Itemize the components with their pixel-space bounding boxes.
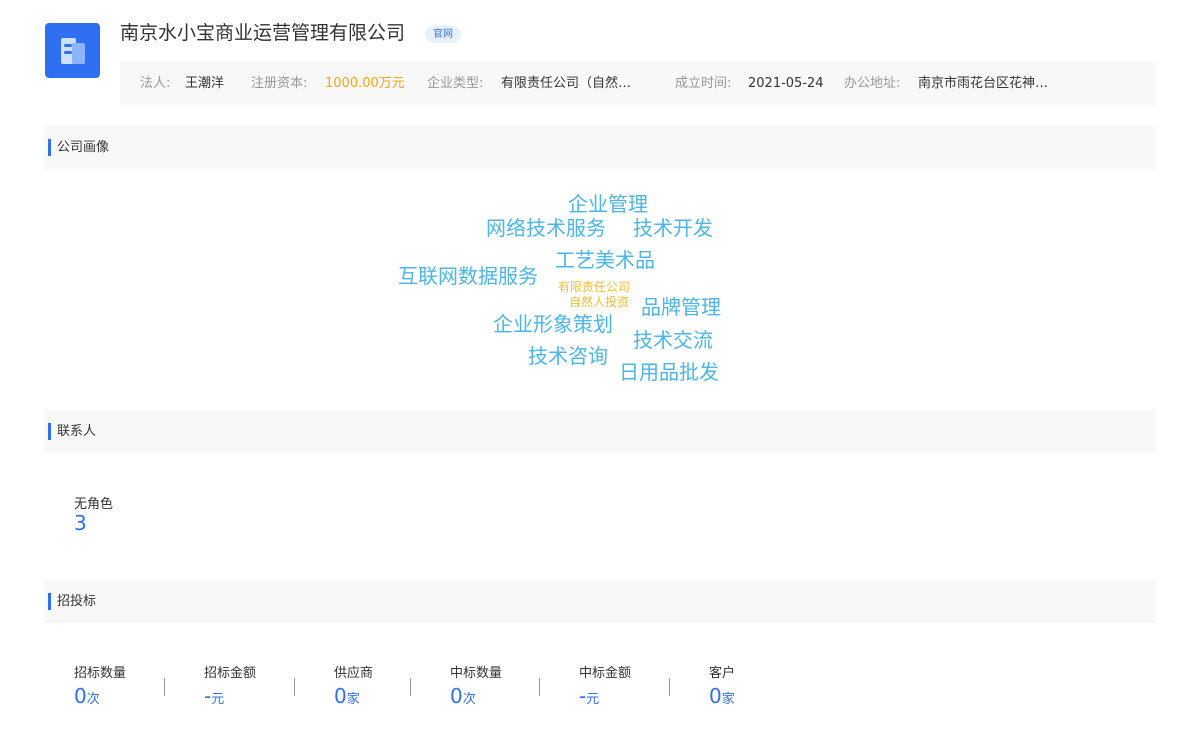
stat-label: 供应商: [334, 666, 374, 681]
section-accent-bar: [48, 139, 51, 156]
stat-unit: 次: [462, 692, 476, 707]
stat-unit: 家: [721, 692, 735, 707]
stat-label: 中标数量: [450, 666, 503, 681]
company-logo: [45, 23, 100, 78]
stat-label: 中标金额: [579, 666, 632, 681]
section-title: 招投标: [57, 594, 97, 609]
building-icon: [60, 37, 85, 64]
stat-tender-amount[interactable]: 招标金额 -元: [204, 662, 256, 708]
stat-tender-count[interactable]: 招标数量 0次: [74, 662, 126, 708]
company-name: 南京水小宝商业运营管理有限公司: [120, 22, 406, 44]
stat-unit: 元: [586, 692, 600, 707]
stat-value: 0: [74, 684, 87, 708]
founded-date-value: 2021-05-24: [748, 76, 824, 91]
section-bidding: 招投标: [44, 580, 1156, 623]
cloud-word[interactable]: 工艺美术品: [555, 250, 655, 270]
stat-unit: 次: [86, 692, 100, 707]
stat-label: 招标数量: [74, 666, 127, 681]
stat-label: 客户: [709, 666, 736, 681]
stat-divider: [539, 678, 540, 696]
stat-value: 0: [334, 684, 347, 708]
stat-unit: 家: [346, 692, 360, 707]
stat-divider: [164, 678, 165, 696]
stat-suppliers[interactable]: 供应商 0家: [334, 662, 373, 708]
cloud-word[interactable]: 技术交流: [633, 330, 713, 350]
stat-unit: 元: [211, 692, 225, 707]
cloud-word[interactable]: 日用品批发: [619, 362, 719, 382]
stat-divider: [669, 678, 670, 696]
office-address-value: 南京市雨花台区花神…: [918, 76, 1049, 91]
stat-divider: [294, 678, 295, 696]
section-title: 公司画像: [57, 140, 110, 155]
section-contacts: 联系人: [44, 410, 1156, 453]
stat-bid-won-amount[interactable]: 中标金额 -元: [579, 662, 631, 708]
cloud-word[interactable]: 品牌管理: [641, 297, 721, 317]
official-website-badge[interactable]: 官网: [425, 26, 461, 43]
registered-capital-label: 注册资本:: [251, 76, 308, 91]
company-type-label: 企业类型:: [427, 76, 484, 91]
stat-label: 招标金额: [204, 666, 257, 681]
founded-date-label: 成立时间:: [675, 76, 732, 91]
stat-value: 0: [709, 684, 722, 708]
legal-person-value[interactable]: 王潮洋: [185, 62, 224, 105]
cloud-word[interactable]: 企业形象策划: [493, 314, 613, 334]
legal-person-label: 法人:: [140, 76, 171, 91]
cloud-word[interactable]: 有限责任公司: [558, 281, 630, 293]
cloud-word[interactable]: 技术开发: [633, 218, 713, 238]
cloud-word[interactable]: 网络技术服务: [486, 218, 606, 238]
cloud-word[interactable]: 企业管理: [568, 194, 648, 214]
basic-info-bar: 法人: 王潮洋 注册资本: 1000.00万元 企业类型: 有限责任公司（自然……: [120, 62, 1156, 105]
section-company-portrait: 公司画像: [44, 126, 1156, 169]
office-address-label: 办公地址:: [844, 76, 901, 91]
word-cloud: 企业管理 网络技术服务 技术开发 工艺美术品 互联网数据服务 有限责任公司 自然…: [0, 170, 1200, 400]
cloud-word[interactable]: 互联网数据服务: [398, 266, 538, 286]
section-title: 联系人: [57, 424, 97, 439]
cloud-word[interactable]: 自然人投资: [569, 296, 629, 308]
section-accent-bar: [48, 593, 51, 610]
cloud-word[interactable]: 技术咨询: [528, 346, 608, 366]
stat-bid-won-count[interactable]: 中标数量 0次: [450, 662, 502, 708]
registered-capital-value: 1000.00万元: [325, 76, 405, 91]
company-type-value: 有限责任公司（自然…: [501, 76, 632, 91]
stat-value: 0: [450, 684, 463, 708]
contact-role-label: 无角色: [74, 497, 114, 512]
stat-customers[interactable]: 客户 0家: [709, 662, 735, 708]
contact-role-count[interactable]: 3: [74, 511, 87, 535]
section-accent-bar: [48, 423, 51, 440]
stat-divider: [410, 678, 411, 696]
